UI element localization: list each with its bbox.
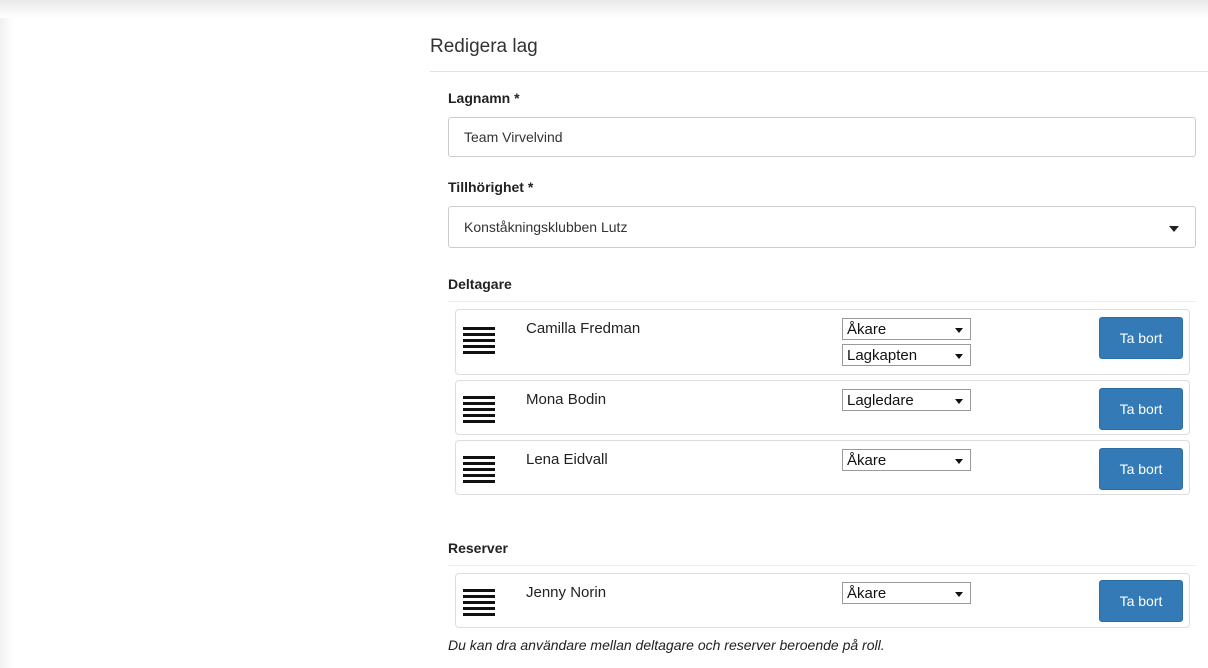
role-select-value: Lagledare	[847, 392, 914, 409]
participant-card[interactable]: Lena Eidvall Åkare Ta bort	[455, 440, 1190, 495]
role-select[interactable]: Åkare	[842, 449, 971, 471]
chevron-down-icon	[955, 399, 963, 404]
participants-divider	[448, 301, 1196, 302]
page-title: Redigera lag	[430, 36, 538, 57]
drag-handle-icon[interactable]	[463, 589, 495, 619]
chevron-down-icon	[955, 459, 963, 464]
participant-card[interactable]: Camilla Fredman Åkare Lagkapten Ta bort	[455, 309, 1190, 375]
edit-team-panel: Redigera lag Lagnamn * Tillhörighet * Ko…	[430, 18, 1208, 668]
affiliation-select[interactable]: Konståkningsklubben Lutz	[448, 206, 1196, 248]
drag-handle-icon[interactable]	[463, 327, 495, 357]
reserves-divider	[448, 565, 1196, 566]
chevron-down-icon	[955, 328, 963, 333]
reserve-name: Jenny Norin	[526, 584, 607, 601]
team-name-input[interactable]	[448, 117, 1196, 157]
title-divider	[430, 71, 1208, 72]
team-name-label: Lagnamn *	[448, 90, 520, 106]
participant-name: Lena Eidvall	[526, 451, 608, 468]
page-left-margin	[0, 18, 14, 668]
role-select-value: Åkare	[847, 585, 887, 602]
role-select[interactable]: Lagledare	[842, 389, 971, 411]
affiliation-label: Tillhörighet *	[448, 179, 534, 195]
chevron-down-icon	[1169, 226, 1179, 232]
participant-card[interactable]: Mona Bodin Lagledare Ta bort	[455, 380, 1190, 435]
role-select[interactable]: Åkare	[842, 318, 971, 340]
role-select-value: Åkare	[847, 452, 887, 469]
remove-button[interactable]: Ta bort	[1099, 580, 1183, 622]
remove-button[interactable]: Ta bort	[1099, 317, 1183, 359]
remove-button[interactable]: Ta bort	[1099, 388, 1183, 430]
chevron-down-icon	[955, 592, 963, 597]
reserve-card[interactable]: Jenny Norin Åkare Ta bort	[455, 573, 1190, 628]
chevron-down-icon	[955, 354, 963, 359]
reserves-heading: Reserver	[448, 540, 508, 556]
participants-heading: Deltagare	[448, 276, 512, 292]
drag-help-text: Du kan dra användare mellan deltagare oc…	[448, 637, 885, 653]
drag-handle-icon[interactable]	[463, 396, 495, 426]
role-select[interactable]: Åkare	[842, 582, 971, 604]
affiliation-selected-value: Konståkningsklubben Lutz	[464, 219, 628, 235]
extra-role-select-value: Lagkapten	[847, 347, 918, 364]
participant-name: Mona Bodin	[526, 391, 607, 408]
participant-name: Camilla Fredman	[526, 320, 641, 337]
window-top-edge	[0, 0, 1208, 18]
remove-button[interactable]: Ta bort	[1099, 448, 1183, 490]
drag-handle-icon[interactable]	[463, 456, 495, 486]
extra-role-select[interactable]: Lagkapten	[842, 344, 971, 366]
role-select-value: Åkare	[847, 321, 887, 338]
